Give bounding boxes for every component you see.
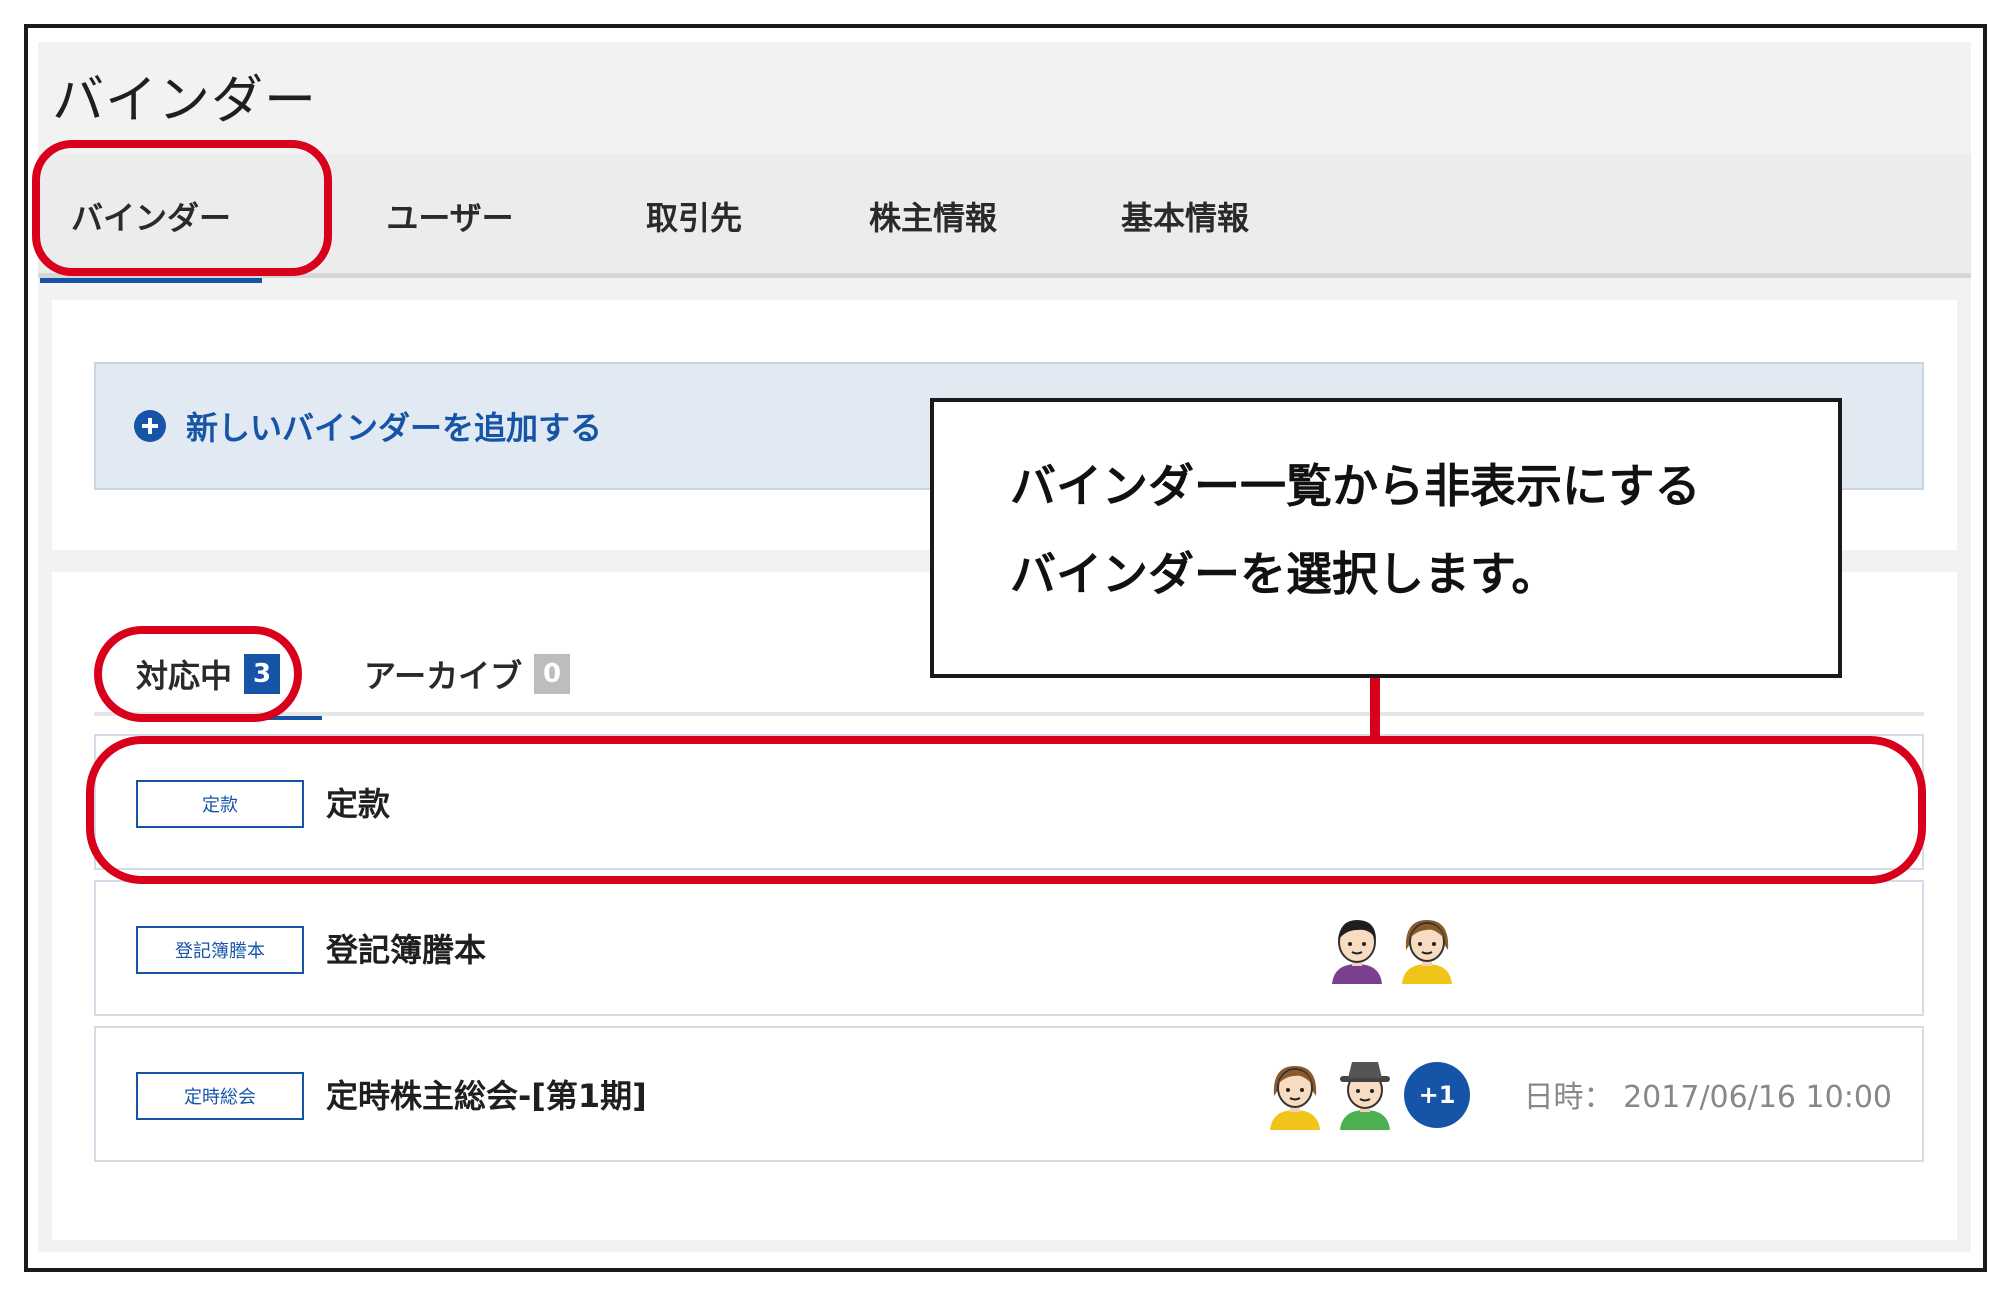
- tab-clients[interactable]: 取引先: [634, 154, 754, 278]
- binder-title: 登記簿謄本: [326, 931, 487, 969]
- meeting-datetime: 日時： 2017/06/16 10:00: [1523, 1080, 1892, 1115]
- tab-basic-info[interactable]: 基本情報: [1110, 154, 1260, 278]
- binder-row[interactable]: 定時総会 定時株主総会-[第1期] +1 日時： 2017/06/16 10:0…: [94, 1026, 1924, 1162]
- user-avatar-woman: [1402, 920, 1452, 984]
- binder-row[interactable]: 定款 定款: [94, 734, 1924, 870]
- tab-archive[interactable]: アーカイブ 0: [364, 632, 571, 716]
- callout-box: バインダー一覧から非表示にする バインダーを選択します。: [930, 398, 1842, 678]
- page-title: バインダー: [52, 71, 318, 131]
- member-avatars: +1: [1264, 1060, 1470, 1130]
- binder-tag: 定款: [136, 780, 304, 828]
- add-binder-label: 新しいバインダーを追加する: [186, 409, 603, 447]
- callout-text: バインダーを選択します。: [1010, 547, 1558, 601]
- more-members-badge[interactable]: +1: [1404, 1062, 1470, 1128]
- binder-title: 定款: [326, 785, 391, 823]
- count-badge: 3: [244, 654, 281, 694]
- tab-archive-label: アーカイブ: [364, 657, 523, 695]
- tab-in-progress-label: 対応中: [136, 657, 233, 695]
- callout-connector: [1370, 678, 1380, 738]
- user-avatar-woman: [1270, 1066, 1320, 1130]
- binder-tag: 定時総会: [136, 1072, 304, 1120]
- tab-shareholders[interactable]: 株主情報: [858, 154, 1008, 278]
- main-nav: バインダー ユーザー 取引先 株主情報 基本情報: [38, 154, 1971, 283]
- callout-text: バインダー一覧から非表示にする: [1010, 459, 1701, 513]
- user-avatar-man-hat: [1340, 1062, 1390, 1130]
- tab-users[interactable]: ユーザー: [370, 154, 530, 278]
- binder-title: 定時株主総会-[第1期]: [326, 1077, 647, 1115]
- tab-binder[interactable]: バインダー: [40, 154, 262, 283]
- tab-in-progress[interactable]: 対応中 3: [129, 632, 323, 720]
- binder-tag: 登記簿謄本: [136, 926, 304, 974]
- user-avatar-man: [1332, 920, 1382, 984]
- member-avatars: [1326, 914, 1458, 984]
- count-badge: 0: [534, 654, 571, 694]
- plus-circle-icon: [134, 410, 166, 442]
- binder-row[interactable]: 登記簿謄本 登記簿謄本: [94, 880, 1924, 1016]
